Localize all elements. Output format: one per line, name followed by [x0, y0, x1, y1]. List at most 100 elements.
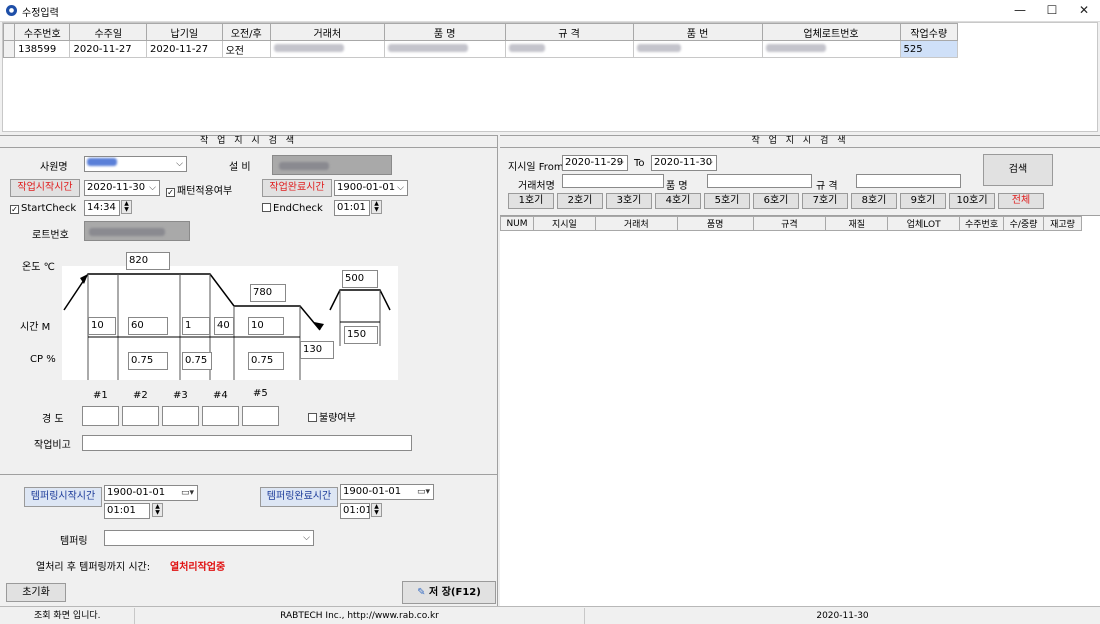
order-date-cell[interactable]: 2020-11-27	[69, 40, 148, 58]
ampm-cell[interactable]: 오전	[221, 40, 271, 58]
grid-col-header[interactable]: 수주일	[69, 23, 148, 41]
time-1-input[interactable]: 10	[88, 317, 116, 335]
time-5-input[interactable]: 10	[248, 317, 284, 335]
temper-end-button[interactable]: 템퍼링완료시간	[260, 487, 338, 507]
end-time-button[interactable]: 작업완료시간	[262, 179, 332, 197]
temp-820-input[interactable]: 820	[126, 252, 170, 270]
qty-cell[interactable]: 525	[899, 40, 958, 58]
start-check-checkbox[interactable]: ✓ StartCheck	[10, 203, 76, 214]
grid-col-header[interactable]: 작업수량	[899, 23, 958, 41]
temper-end-clock-input[interactable]: 01:01	[340, 503, 370, 519]
grid-col-header[interactable]: 납기일	[146, 23, 223, 41]
defect-checkbox[interactable]: 불량여부	[308, 409, 356, 424]
pattern-checkbox[interactable]: ✓ 패턴적용여부	[166, 182, 232, 197]
hardness-input-3[interactable]	[162, 406, 199, 426]
grid-col-header[interactable]: 규 격	[504, 23, 634, 41]
end-date-picker[interactable]: 1900-01-01 ⌵	[334, 180, 408, 196]
cp-2-input[interactable]: 0.75	[182, 352, 212, 370]
search-button[interactable]: 검색	[983, 154, 1053, 186]
spec-cell[interactable]	[504, 40, 634, 58]
grid-col-header[interactable]: 수주번호	[14, 23, 71, 41]
time-2-input[interactable]: 60	[128, 317, 168, 335]
list-col-header[interactable]: 재질	[825, 216, 889, 231]
end-clock-input[interactable]: 01:01	[334, 200, 370, 216]
employee-select[interactable]: ⌵	[84, 156, 187, 172]
temper-end-spinner[interactable]: ▲ ▼	[371, 503, 382, 517]
hardness-input-5[interactable]	[242, 406, 279, 426]
grid-col-header[interactable]: 오전/후	[221, 23, 271, 41]
machine-7-button[interactable]: 7호기	[802, 193, 848, 209]
work-order-list[interactable]: NUM 지시일 거래처 품명 규격 재질 업체LOT 수주번호 수/중량 재고량	[500, 215, 1100, 606]
table-row[interactable]: 138599 2020-11-27 2020-11-27 오전 525	[2, 40, 958, 58]
temp-130-input[interactable]: 130	[300, 341, 334, 359]
list-col-header[interactable]: 업체LOT	[887, 216, 961, 231]
tempering-select[interactable]: ⌵	[104, 530, 314, 546]
grid-col-header[interactable]: 업체로트번호	[761, 23, 901, 41]
time-150-input[interactable]: 150	[344, 326, 378, 344]
machine-3-button[interactable]: 3호기	[606, 193, 652, 209]
temper-end-date-picker[interactable]: 1900-01-01 ▭▾	[340, 484, 434, 500]
cp-1-input[interactable]: 0.75	[128, 352, 168, 370]
spec-input[interactable]	[856, 174, 961, 188]
hardness-input-1[interactable]	[82, 406, 119, 426]
list-col-header[interactable]: 수주번호	[959, 216, 1005, 231]
machine-1-button[interactable]: 1호기	[508, 193, 554, 209]
list-col-header[interactable]: 수/중량	[1003, 216, 1044, 231]
list-col-header[interactable]: NUM	[500, 216, 534, 231]
date-from-picker[interactable]: 2020-11-29 ⌵	[562, 155, 628, 171]
start-clock-input[interactable]: 14:34	[84, 200, 120, 216]
row-header[interactable]	[2, 40, 16, 58]
list-col-header[interactable]: 재고량	[1042, 216, 1083, 231]
date-to-picker[interactable]: 2020-11-30 ⌵	[651, 155, 717, 171]
customer-input[interactable]	[562, 174, 664, 188]
temp-500-input[interactable]: 500	[342, 270, 378, 288]
start-time-button[interactable]: 작업시작시간	[10, 179, 80, 197]
remark-input[interactable]	[82, 435, 412, 451]
temper-start-clock-input[interactable]: 01:01	[104, 503, 150, 519]
hardness-num-3: #3	[173, 390, 188, 401]
product-cell[interactable]	[383, 40, 506, 58]
due-date-cell[interactable]: 2020-11-27	[146, 40, 223, 58]
cp-3-input[interactable]: 0.75	[248, 352, 284, 370]
list-col-header[interactable]: 지시일	[532, 216, 596, 231]
temper-start-date-picker[interactable]: 1900-01-01 ▭▾	[104, 485, 198, 501]
machine-9-button[interactable]: 9호기	[900, 193, 946, 209]
end-check-checkbox[interactable]: EndCheck	[262, 203, 323, 214]
hardness-input-4[interactable]	[202, 406, 239, 426]
reset-button[interactable]: 초기화	[6, 583, 66, 602]
customer-cell[interactable]	[269, 40, 385, 58]
minimize-button[interactable]: —	[1004, 0, 1036, 22]
all-machines-button[interactable]: 전체	[998, 193, 1044, 209]
end-clock-spinner[interactable]: ▲ ▼	[371, 200, 382, 214]
date-to-value: 2020-11-30	[654, 157, 713, 168]
close-button[interactable]: ✕	[1068, 0, 1100, 22]
machine-8-button[interactable]: 8호기	[851, 193, 897, 209]
machine-4-button[interactable]: 4호기	[655, 193, 701, 209]
machine-2-button[interactable]: 2호기	[557, 193, 603, 209]
order-grid[interactable]: 수주번호 수주일 납기일 오전/후 거래처 품 명 규 격 품 번 업체로트번호…	[2, 22, 1098, 132]
grid-col-header[interactable]: 품 번	[632, 23, 763, 41]
start-date-picker[interactable]: 2020-11-30 ⌵	[84, 180, 160, 196]
hardness-input-2[interactable]	[122, 406, 159, 426]
part-no-cell[interactable]	[632, 40, 763, 58]
order-no-cell[interactable]: 138599	[14, 40, 71, 58]
list-col-header[interactable]: 규격	[752, 216, 827, 231]
machine-6-button[interactable]: 6호기	[753, 193, 799, 209]
save-button[interactable]: ✎ 저 장(F12)	[402, 581, 496, 604]
time-3-input[interactable]: 1	[182, 317, 210, 335]
grid-col-header[interactable]: 품 명	[383, 23, 506, 41]
product-input[interactable]	[707, 174, 812, 188]
temp-780-input[interactable]: 780	[250, 284, 286, 302]
start-clock-spinner[interactable]: ▲ ▼	[121, 200, 132, 214]
lot-cell[interactable]	[761, 40, 901, 58]
machine-5-button[interactable]: 5호기	[704, 193, 750, 209]
temper-start-button[interactable]: 템퍼링시작시간	[24, 487, 102, 507]
heat-treat-label: 열처리 후 템퍼링까지 시간:	[36, 562, 151, 573]
list-col-header[interactable]: 품명	[676, 216, 754, 231]
machine-10-button[interactable]: 10호기	[949, 193, 995, 209]
time-4-input[interactable]: 40	[214, 317, 234, 335]
maximize-button[interactable]: ☐	[1036, 0, 1068, 22]
grid-col-header[interactable]: 거래처	[269, 23, 385, 41]
list-col-header[interactable]: 거래처	[594, 216, 678, 231]
temper-start-spinner[interactable]: ▲ ▼	[152, 503, 163, 517]
